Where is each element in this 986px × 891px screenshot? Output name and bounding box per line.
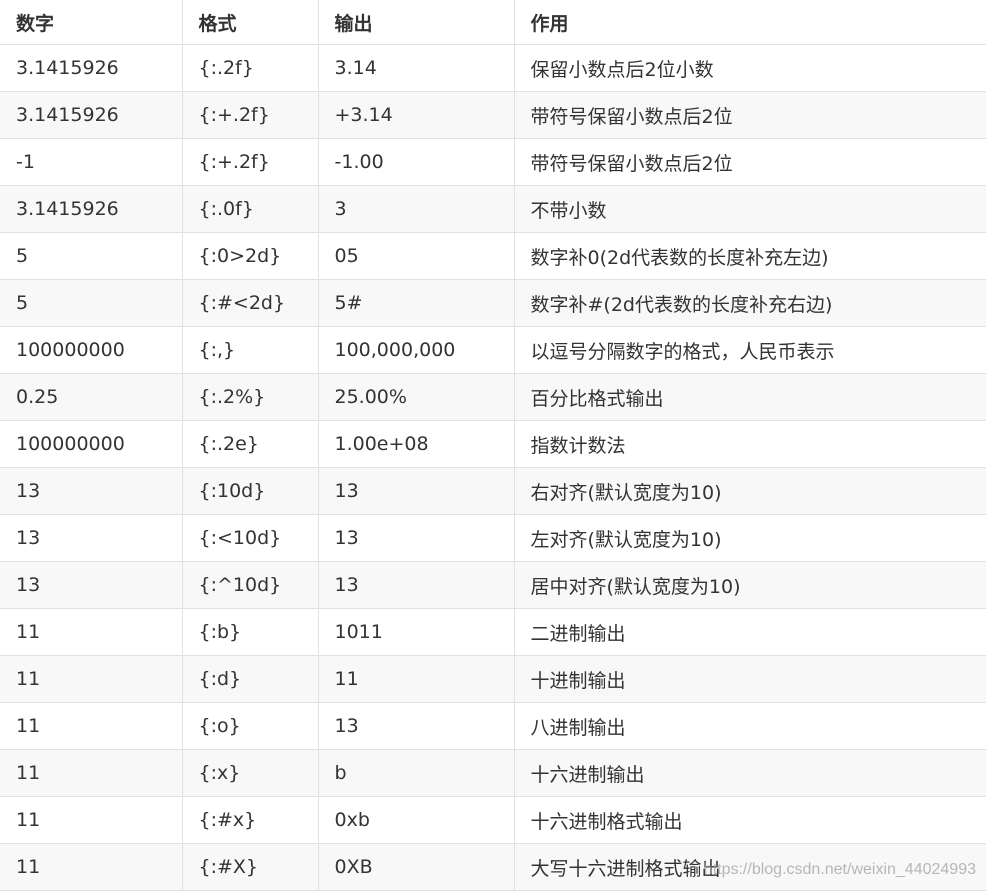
cell-format: {:+.2f} [182,138,319,186]
table-row: 11 {:#X} 0XB 大写十六进制格式输出 [0,843,986,891]
cell-number: 11 [0,843,183,891]
cell-format: {:^10d} [182,561,319,609]
header-format: 格式 [182,0,319,45]
table-row: 100000000 {:,} 100,000,000 以逗号分隔数字的格式，人民币表示 [0,326,986,374]
cell-format: {:<10d} [182,514,319,562]
cell-output: 1011 [318,608,515,656]
table-row: 3.1415926 {:+.2f} +3.14 带符号保留小数点后2位 [0,91,986,139]
cell-format: {:x} [182,749,319,797]
format-table: 数字 格式 输出 作用 3.1415926 {:.2f} 3.14 保留小数点后2位小… [0,0,986,891]
table-row: 5 {:0>2d} 05 数字补0(2d代表数的长度补充左边) [0,232,986,280]
cell-format: {:#x} [182,796,319,844]
cell-format: {:+.2f} [182,91,319,139]
header-output: 输出 [318,0,515,45]
table-row: 3.1415926 {:.0f} 3 不带小数 [0,185,986,233]
table-row: 11 {:x} b 十六进制输出 [0,749,986,797]
table-row: 11 {:#x} 0xb 十六进制格式输出 [0,796,986,844]
cell-output: +3.14 [318,91,515,139]
cell-number: 100000000 [0,420,183,468]
cell-purpose: 居中对齐(默认宽度为10) [514,561,986,609]
cell-output: 5# [318,279,515,327]
cell-number: 100000000 [0,326,183,374]
cell-output: 100,000,000 [318,326,515,374]
cell-format: {:o} [182,702,319,750]
cell-format: {:b} [182,608,319,656]
cell-purpose: 带符号保留小数点后2位 [514,138,986,186]
cell-purpose: 八进制输出 [514,702,986,750]
table-row: 11 {:b} 1011 二进制输出 [0,608,986,656]
cell-purpose: 二进制输出 [514,608,986,656]
header-purpose: 作用 [514,0,986,45]
cell-output: 25.00% [318,373,515,421]
cell-number: 3.1415926 [0,44,183,92]
cell-purpose: 十进制输出 [514,655,986,703]
cell-number: 3.1415926 [0,185,183,233]
cell-format: {:.2f} [182,44,319,92]
cell-purpose: 以逗号分隔数字的格式，人民币表示 [514,326,986,374]
table-row: 13 {:<10d} 13 左对齐(默认宽度为10) [0,514,986,562]
cell-output: 11 [318,655,515,703]
cell-purpose: 保留小数点后2位小数 [514,44,986,92]
table-row: 0.25 {:.2%} 25.00% 百分比格式输出 [0,373,986,421]
cell-purpose: 百分比格式输出 [514,373,986,421]
cell-number: 5 [0,232,183,280]
cell-format: {:0>2d} [182,232,319,280]
cell-output: 13 [318,467,515,515]
cell-purpose: 指数计数法 [514,420,986,468]
table-row: -1 {:+.2f} -1.00 带符号保留小数点后2位 [0,138,986,186]
table-row: 13 {:^10d} 13 居中对齐(默认宽度为10) [0,561,986,609]
cell-output: 13 [318,561,515,609]
table-body: 3.1415926 {:.2f} 3.14 保留小数点后2位小数 3.1415926 {:… [0,44,986,891]
cell-purpose: 左对齐(默认宽度为10) [514,514,986,562]
cell-purpose: 十六进制输出 [514,749,986,797]
cell-number: 0.25 [0,373,183,421]
cell-number: -1 [0,138,183,186]
cell-purpose: 不带小数 [514,185,986,233]
cell-output: 1.00e+08 [318,420,515,468]
cell-purpose: 大写十六进制格式输出 [514,843,986,891]
cell-output: 13 [318,702,515,750]
table-row: 13 {:10d} 13 右对齐(默认宽度为10) [0,467,986,515]
table-row: 3.1415926 {:.2f} 3.14 保留小数点后2位小数 [0,44,986,92]
cell-number: 11 [0,608,183,656]
cell-number: 11 [0,749,183,797]
cell-output: 13 [318,514,515,562]
cell-output: 3.14 [318,44,515,92]
cell-output: b [318,749,515,797]
cell-number: 11 [0,796,183,844]
cell-output: 3 [318,185,515,233]
cell-output: -1.00 [318,138,515,186]
cell-format: {:.0f} [182,185,319,233]
table-row: 5 {:#<2d} 5# 数字补#(2d代表数的长度补充右边) [0,279,986,327]
table-row: 11 {:o} 13 八进制输出 [0,702,986,750]
header-number: 数字 [0,0,183,45]
cell-number: 11 [0,702,183,750]
cell-purpose: 数字补0(2d代表数的长度补充左边) [514,232,986,280]
cell-output: 05 [318,232,515,280]
cell-output: 0xb [318,796,515,844]
cell-format: {:10d} [182,467,319,515]
table-header: 数字 格式 输出 作用 [0,0,986,45]
header-row: 数字 格式 输出 作用 [0,0,986,45]
cell-number: 11 [0,655,183,703]
table-row: 100000000 {:.2e} 1.00e+08 指数计数法 [0,420,986,468]
cell-format: {:,} [182,326,319,374]
cell-format: {:#X} [182,843,319,891]
cell-number: 13 [0,514,183,562]
cell-format: {:.2e} [182,420,319,468]
cell-format: {:d} [182,655,319,703]
cell-number: 5 [0,279,183,327]
cell-number: 13 [0,561,183,609]
cell-purpose: 数字补#(2d代表数的长度补充右边) [514,279,986,327]
cell-format: {:.2%} [182,373,319,421]
cell-purpose: 十六进制格式输出 [514,796,986,844]
cell-number: 3.1415926 [0,91,183,139]
table-row: 11 {:d} 11 十进制输出 [0,655,986,703]
cell-number: 13 [0,467,183,515]
cell-format: {:#<2d} [182,279,319,327]
cell-output: 0XB [318,843,515,891]
cell-purpose: 右对齐(默认宽度为10) [514,467,986,515]
cell-purpose: 带符号保留小数点后2位 [514,91,986,139]
